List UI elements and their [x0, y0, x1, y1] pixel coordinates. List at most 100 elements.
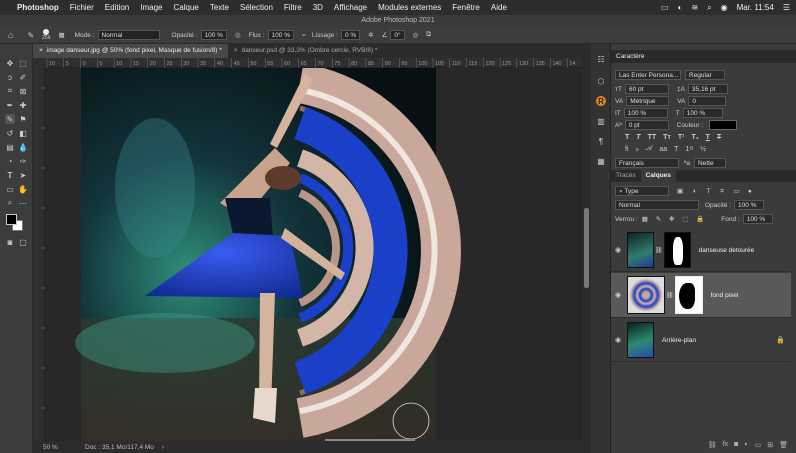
font-family-select[interactable]: Las Enter Persona...: [615, 70, 681, 80]
horizontal-scale-field[interactable]: 100 %: [682, 108, 723, 118]
character-panel-title[interactable]: Caractère: [611, 50, 796, 63]
horizontal-ruler[interactable]: 10 5 0 5 10 15 20 25 30 35 40 45 50 55 60 65 70 75 80 85 90 9…: [45, 58, 582, 68]
language-select[interactable]: Français: [615, 158, 679, 168]
link-icon[interactable]: ⛓: [655, 247, 663, 254]
close-icon[interactable]: ×: [39, 47, 43, 54]
more-tools-icon[interactable]: ⋯: [18, 198, 28, 208]
hand-tool-icon[interactable]: ✋: [18, 184, 28, 194]
filter-icons[interactable]: ▣ ◐ T ⌗ ▭: [677, 187, 744, 196]
brush-settings-icon[interactable]: ▦: [58, 31, 64, 39]
menu-3d[interactable]: 3D: [313, 3, 323, 12]
eyedropper-icon[interactable]: ✒: [5, 100, 15, 110]
tracking-field[interactable]: 0: [688, 96, 727, 106]
underline-icon[interactable]: T: [706, 134, 710, 141]
quick-mask-icon[interactable]: ◙: [5, 237, 15, 247]
tab-danseur-psd[interactable]: × danseur.psd @ 33,3% (Ombre cercle, RVB/…: [228, 44, 384, 58]
control-center-icon[interactable]: ◐: [678, 3, 683, 12]
font-size-field[interactable]: 60 pt: [624, 84, 669, 94]
zoom-tool-icon[interactable]: ⌕: [5, 198, 15, 208]
delete-layer-icon[interactable]: 🗑: [779, 441, 788, 449]
filter-toggle-icon[interactable]: ●: [748, 188, 752, 195]
visibility-eye-icon[interactable]: ◉: [611, 246, 625, 254]
smoothing-field[interactable]: 0 %: [340, 30, 361, 40]
history-brush-icon[interactable]: ↺: [5, 128, 15, 138]
wifi-icon[interactable]: ≋: [691, 3, 698, 12]
3d-panel-icon[interactable]: ⬡: [596, 76, 606, 86]
subscript-icon[interactable]: T₁: [691, 134, 698, 141]
new-group-icon[interactable]: ▭: [755, 441, 762, 449]
faux-italic-icon[interactable]: T: [636, 134, 640, 141]
blur-tool-icon[interactable]: 💧: [18, 142, 28, 152]
layer-row[interactable]: ◉ Arrière-plan 🔒: [611, 319, 791, 362]
menubar-clock[interactable]: Mar. 11:54: [737, 3, 774, 12]
history-panel-icon[interactable]: ☷: [596, 54, 606, 64]
search-icon[interactable]: ⌕: [707, 3, 711, 13]
foreground-color-swatch[interactable]: [6, 214, 17, 225]
menu-selection[interactable]: Sélection: [240, 3, 273, 12]
vertical-scale-field[interactable]: 100 %: [623, 108, 668, 118]
lock-icons[interactable]: ▦ ✎ ✥ ⬚ 🔒: [642, 215, 708, 223]
smoothing-settings-icon[interactable]: ✲: [368, 31, 373, 39]
kerning-field[interactable]: Métrique: [626, 96, 670, 106]
brush-preset-picker[interactable]: 256: [42, 29, 50, 41]
glyphs-icon[interactable]: ▦: [596, 156, 606, 166]
superscript-icon[interactable]: T¹: [678, 134, 685, 141]
adjustment-layer-icon[interactable]: ◐: [744, 441, 748, 449]
symmetry-icon[interactable]: ⧉: [426, 31, 431, 39]
menu-aide[interactable]: Aide: [491, 3, 507, 12]
pressure-opacity-icon[interactable]: ◎: [235, 31, 241, 39]
siri-icon[interactable]: ◉: [721, 3, 728, 12]
rectangle-tool-icon[interactable]: ▭: [5, 184, 15, 194]
fractions-icon[interactable]: ½: [700, 146, 706, 153]
lasso-tool-icon[interactable]: ↄ: [5, 72, 15, 82]
menu-texte[interactable]: Texte: [210, 3, 229, 12]
small-caps-icon[interactable]: Tт: [663, 134, 671, 141]
dodge-tool-icon[interactable]: ◔: [5, 156, 15, 166]
status-arrow-icon[interactable]: ›: [162, 444, 164, 451]
menu-modules[interactable]: Modules externes: [378, 3, 441, 12]
app-menu[interactable]: Photoshop: [17, 3, 59, 12]
layer-filter-select[interactable]: ⌕ Type: [615, 186, 669, 196]
canvas-area[interactable]: [45, 68, 582, 441]
blend-mode-select[interactable]: Normal: [615, 200, 699, 210]
faux-bold-icon[interactable]: T: [625, 134, 629, 141]
gradient-tool-icon[interactable]: ▤: [5, 142, 15, 152]
type-tool-icon[interactable]: T: [5, 170, 15, 180]
pen-tool-icon[interactable]: ✑: [18, 156, 28, 166]
paragraph-panel-icon[interactable]: ¶: [596, 136, 606, 146]
visibility-eye-icon[interactable]: ◉: [611, 336, 625, 344]
ordinals-icon[interactable]: 1ˢᵗ: [685, 146, 693, 153]
titling-alt-icon[interactable]: T: [674, 146, 678, 153]
font-style-select[interactable]: Regular: [685, 70, 725, 80]
all-caps-icon[interactable]: TT: [648, 134, 657, 141]
flow-field[interactable]: 100 %: [267, 30, 294, 40]
eraser-tool-icon[interactable]: ◧: [18, 128, 28, 138]
ligature-icon[interactable]: fi: [625, 146, 629, 153]
brush-tool-icon[interactable]: ✎: [27, 31, 34, 40]
new-layer-icon[interactable]: ⊞: [767, 441, 773, 449]
strikethrough-icon[interactable]: T: [717, 134, 721, 141]
layer-name[interactable]: danseuse detourée: [699, 247, 755, 254]
fill-field[interactable]: 100 %: [742, 214, 773, 224]
brush-tool-icon[interactable]: ✎: [5, 114, 15, 124]
vertical-scrollbar[interactable]: [582, 58, 591, 441]
plugin-r-icon[interactable]: R: [596, 96, 606, 106]
link-layers-icon[interactable]: ⛓: [708, 441, 717, 449]
stamp-tool-icon[interactable]: ⚑: [18, 114, 28, 124]
leading-field[interactable]: 35,16 pt: [687, 84, 728, 94]
swash-icon[interactable]: 𝒜: [646, 145, 653, 153]
mode-select[interactable]: Normal: [97, 30, 160, 40]
layer-row-selected[interactable]: ◉ ⛓ fond pixel: [611, 273, 791, 318]
frame-tool-icon[interactable]: ⊠: [18, 86, 28, 96]
list-icon[interactable]: ☰: [783, 3, 790, 12]
home-icon[interactable]: ⌂: [8, 30, 13, 40]
artboard-tool-icon[interactable]: ⬚: [18, 58, 28, 68]
menu-filtre[interactable]: Filtre: [284, 3, 302, 12]
close-icon[interactable]: ×: [234, 47, 238, 54]
layer-mask-thumbnail[interactable]: [663, 232, 691, 268]
move-tool-icon[interactable]: ✥: [5, 58, 15, 68]
vertical-scrollbar-thumb[interactable]: [584, 208, 589, 288]
opacity-field[interactable]: 100 %: [200, 30, 227, 40]
menu-image[interactable]: Image: [140, 3, 162, 12]
link-icon[interactable]: ⛓: [666, 292, 674, 299]
